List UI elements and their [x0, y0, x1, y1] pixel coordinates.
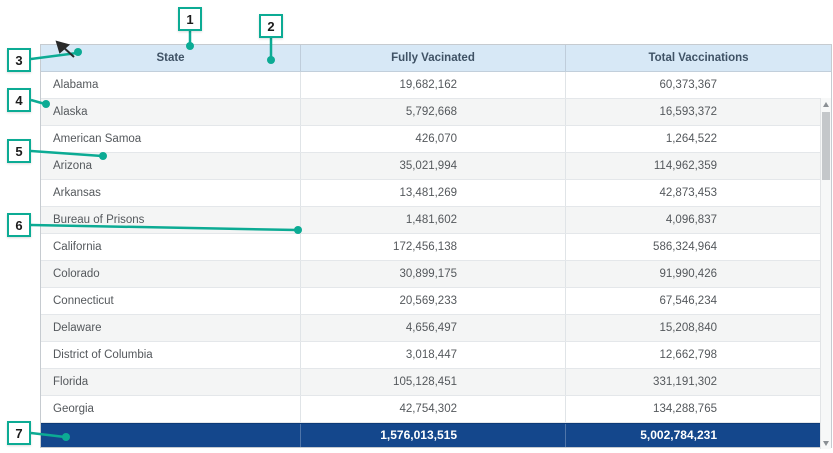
fully-vaccinated-cell: 35,021,994	[300, 153, 565, 179]
callout-2: 2	[259, 14, 283, 38]
callout-7: 7	[7, 421, 31, 445]
column-header-total-vaccinations[interactable]: Total Vaccinations	[565, 45, 831, 71]
total-vaccinations-cell: 15,208,840	[565, 315, 831, 341]
fully-vaccinated-cell: 30,899,175	[300, 261, 565, 287]
vertical-scrollbar[interactable]	[820, 98, 831, 449]
state-cell: Arizona	[41, 153, 300, 179]
table-row[interactable]: Florida 105,128,451 331,191,302	[41, 369, 831, 396]
state-cell: Delaware	[41, 315, 300, 341]
table-row[interactable]: Alabama 19,682,162 60,373,367	[41, 72, 831, 99]
table-row[interactable]: Alaska 5,792,668 16,593,372	[41, 99, 831, 126]
state-cell: Florida	[41, 369, 300, 395]
column-header-state[interactable]: State	[41, 45, 300, 71]
callout-5: 5	[7, 139, 31, 163]
table-row[interactable]: Arkansas 13,481,269 42,873,453	[41, 180, 831, 207]
vaccinations-table: State Fully Vacinated Total Vaccinations…	[40, 44, 832, 448]
total-vaccinations-cell: 134,288,765	[565, 396, 831, 422]
scroll-down-icon[interactable]	[821, 437, 831, 449]
fully-vaccinated-cell: 1,481,602	[300, 207, 565, 233]
fully-vaccinated-cell: 13,481,269	[300, 180, 565, 206]
table-row[interactable]: Georgia 42,754,302 134,288,765	[41, 396, 831, 423]
total-vaccinations-cell: 114,962,359	[565, 153, 831, 179]
total-vaccinations-cell: 91,990,426	[565, 261, 831, 287]
callout-1: 1	[178, 7, 202, 31]
callout-4: 4	[7, 88, 31, 112]
state-cell: Alabama	[41, 72, 300, 98]
table-row[interactable]: Colorado 30,899,175 91,990,426	[41, 261, 831, 288]
summary-total-vaccinations: 5,002,784,231	[565, 424, 831, 447]
state-cell: Georgia	[41, 396, 300, 422]
fully-vaccinated-cell: 4,656,497	[300, 315, 565, 341]
table-row[interactable]: District of Columbia 3,018,447 12,662,79…	[41, 342, 831, 369]
state-cell: Arkansas	[41, 180, 300, 206]
total-vaccinations-cell: 586,324,964	[565, 234, 831, 260]
state-cell: Connecticut	[41, 288, 300, 314]
column-header-fully-vaccinated[interactable]: Fully Vacinated	[300, 45, 565, 71]
table-row[interactable]: Bureau of Prisons 1,481,602 4,096,837	[41, 207, 831, 234]
fully-vaccinated-cell: 172,456,138	[300, 234, 565, 260]
state-cell: Alaska	[41, 99, 300, 125]
table-row[interactable]: American Samoa 426,070 1,264,522	[41, 126, 831, 153]
total-vaccinations-cell: 4,096,837	[565, 207, 831, 233]
fully-vaccinated-cell: 105,128,451	[300, 369, 565, 395]
table-row[interactable]: Connecticut 20,569,233 67,546,234	[41, 288, 831, 315]
summary-row: 1,576,013,515 5,002,784,231	[41, 423, 831, 447]
fully-vaccinated-cell: 3,018,447	[300, 342, 565, 368]
summary-state-cell	[41, 424, 300, 447]
state-cell: American Samoa	[41, 126, 300, 152]
callout-3: 3	[7, 48, 31, 72]
table-row[interactable]: California 172,456,138 586,324,964	[41, 234, 831, 261]
total-vaccinations-cell: 1,264,522	[565, 126, 831, 152]
summary-fully-vaccinated: 1,576,013,515	[300, 424, 565, 447]
state-cell: California	[41, 234, 300, 260]
state-cell: Colorado	[41, 261, 300, 287]
fully-vaccinated-cell: 426,070	[300, 126, 565, 152]
scroll-up-icon[interactable]	[821, 98, 831, 110]
total-vaccinations-cell: 12,662,798	[565, 342, 831, 368]
fully-vaccinated-cell: 20,569,233	[300, 288, 565, 314]
scrollbar-thumb[interactable]	[822, 112, 830, 180]
callout-6: 6	[7, 213, 31, 237]
fully-vaccinated-cell: 19,682,162	[300, 72, 565, 98]
state-cell: District of Columbia	[41, 342, 300, 368]
table-row[interactable]: Delaware 4,656,497 15,208,840	[41, 315, 831, 342]
total-vaccinations-cell: 16,593,372	[565, 99, 831, 125]
total-vaccinations-cell: 331,191,302	[565, 369, 831, 395]
fully-vaccinated-cell: 42,754,302	[300, 396, 565, 422]
total-vaccinations-cell: 42,873,453	[565, 180, 831, 206]
fully-vaccinated-cell: 5,792,668	[300, 99, 565, 125]
total-vaccinations-cell: 60,373,367	[565, 72, 831, 98]
total-vaccinations-cell: 67,546,234	[565, 288, 831, 314]
table-body: Alabama 19,682,162 60,373,367 Alaska 5,7…	[41, 72, 831, 423]
state-cell: Bureau of Prisons	[41, 207, 300, 233]
table-header-row: State Fully Vacinated Total Vaccinations	[41, 45, 831, 72]
table-row[interactable]: Arizona 35,021,994 114,962,359	[41, 153, 831, 180]
